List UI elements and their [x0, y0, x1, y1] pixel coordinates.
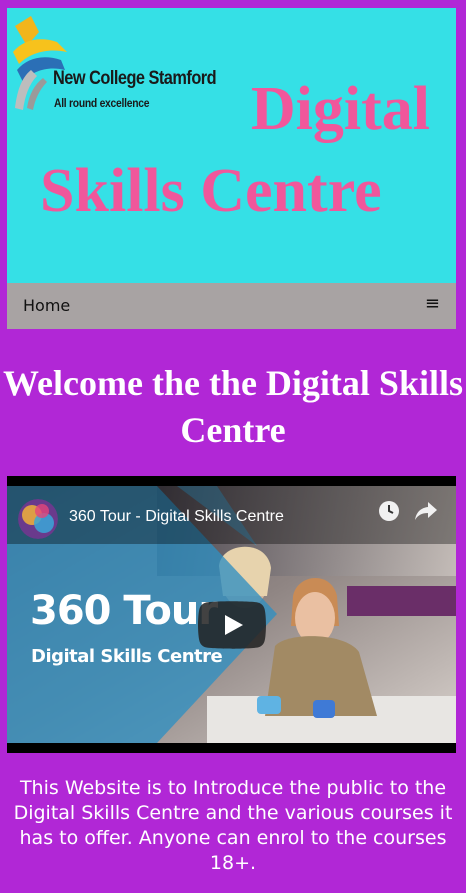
channel-avatar-icon[interactable] — [18, 499, 58, 539]
page-heading: Welcome the the Digital Skills Centre — [3, 363, 463, 450]
thumbnail-subheading: Digital Skills Centre — [31, 646, 223, 667]
share-icon[interactable] — [414, 500, 438, 522]
college-tagline: All round excellence — [54, 96, 150, 110]
college-name: New College Stamford — [53, 68, 217, 89]
intro-paragraph: This Website is to Introduce the public … — [13, 777, 453, 874]
watch-later-icon[interactable] — [378, 500, 400, 522]
hamburger-icon[interactable]: ≡ — [425, 295, 440, 313]
brand-title-line1: Digital — [250, 75, 430, 143]
video-embed[interactable]: 360 Tour - Digital Skills Centre 360 Tou… — [7, 476, 456, 753]
play-icon[interactable] — [198, 601, 266, 649]
navigation-bar: Home ≡ — [7, 283, 456, 329]
thumbnail-heading: 360 Tour — [30, 588, 218, 634]
brand-title-line2: Skills Centre — [40, 157, 382, 225]
site-header: New College Stamford All round excellenc… — [7, 8, 456, 283]
video-title[interactable]: 360 Tour - Digital Skills Centre — [69, 508, 284, 526]
video-thumbnail[interactable]: 360 Tour - Digital Skills Centre 360 Tou… — [7, 486, 456, 743]
nav-home-link[interactable]: Home — [23, 296, 70, 315]
